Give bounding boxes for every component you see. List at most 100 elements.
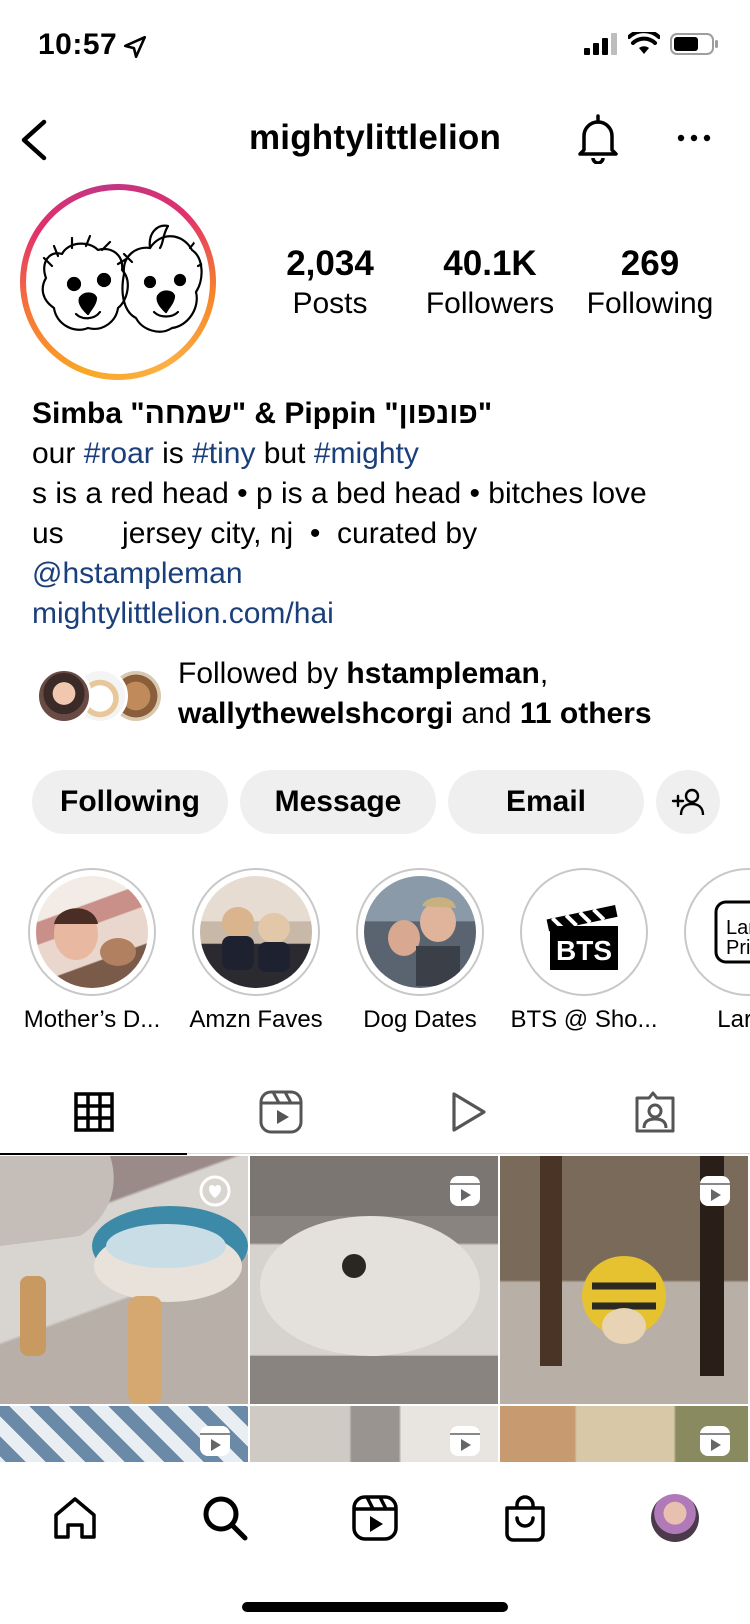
- profile-username: mightylittlelion: [248, 118, 502, 157]
- email-button[interactable]: Email: [448, 770, 644, 834]
- followers-stat[interactable]: 40.1K Followers: [410, 244, 570, 324]
- clapperboard-icon: BTS: [546, 904, 618, 970]
- highlight-cover: BTS: [528, 876, 640, 988]
- profile-bio: Simba "שמחה" & Pippin "פונפון" our #roar…: [32, 394, 732, 634]
- nav-search[interactable]: [190, 1486, 260, 1550]
- following-button[interactable]: Following: [32, 770, 228, 834]
- highlight-cover: [36, 876, 148, 988]
- message-button[interactable]: Message: [240, 770, 436, 834]
- post-tile[interactable]: [0, 1156, 248, 1404]
- highlight-item[interactable]: Mother’s D...: [12, 868, 172, 1034]
- post-tile[interactable]: [500, 1406, 748, 1462]
- profile-actions: Following Message Email: [32, 770, 722, 834]
- profile-display-name: Simba "שמחה" & Pippin "פונפון": [32, 397, 493, 430]
- profile-tabs: [0, 1070, 750, 1155]
- lion-dogs-logo: [41, 224, 204, 333]
- highlight-item[interactable]: Lar Pri Large: [668, 868, 750, 1034]
- following-label: Following: [586, 287, 714, 320]
- highlight-label: Dog Dates: [363, 1006, 477, 1033]
- reels-icon: [352, 1495, 398, 1541]
- grid-icon: [73, 1092, 114, 1132]
- mutual-user-1[interactable]: hstampleman: [346, 657, 539, 690]
- add-person-icon: [671, 788, 705, 816]
- clapperboard-text: BTS: [556, 935, 612, 966]
- post-tile[interactable]: [0, 1406, 248, 1462]
- followed-by-text: Followed by hstampleman, wallythewelshco…: [178, 657, 652, 730]
- reel-badge-icon: [700, 1426, 730, 1456]
- post-tile[interactable]: [250, 1156, 498, 1404]
- profile-header: mightylittlelion: [0, 100, 750, 180]
- bio-website-link[interactable]: mightylittlelion.com/hai: [32, 594, 732, 634]
- highlight-cover: [200, 876, 312, 988]
- suggested-users-button[interactable]: [656, 770, 720, 834]
- mutual-user-2[interactable]: wallythewelshcorgi: [178, 697, 453, 730]
- status-time: 10:57: [38, 28, 118, 61]
- following-count: 269: [620, 244, 680, 283]
- hashtag-mighty[interactable]: #mighty: [314, 437, 419, 470]
- post-tile[interactable]: [250, 1406, 498, 1462]
- mutual-avatar-1: [36, 668, 92, 724]
- reel-badge-icon: [200, 1426, 230, 1456]
- hashtag-roar[interactable]: #roar: [84, 437, 154, 470]
- mutual-follower-avatars: [36, 668, 166, 726]
- highlight-item[interactable]: Amzn Faves: [176, 868, 336, 1034]
- followed-by[interactable]: Followed by hstampleman, wallythewelshco…: [32, 654, 732, 744]
- bio-mention-link[interactable]: @hstampleman: [32, 554, 732, 594]
- status-indicators: [584, 32, 720, 56]
- following-stat[interactable]: 269 Following: [570, 244, 730, 324]
- nav-shop[interactable]: [490, 1486, 560, 1550]
- highlight-cover: [364, 876, 476, 988]
- home-icon: [54, 1497, 96, 1539]
- tab-posts-grid[interactable]: [0, 1070, 187, 1155]
- followers-label: Followers: [425, 287, 555, 320]
- hashtag-tiny[interactable]: #tiny: [192, 437, 255, 470]
- highlight-label: Amzn Faves: [189, 1006, 323, 1033]
- story-highlights: Mother’s D... Amzn Faves Dog Dates BTS B…: [0, 868, 750, 1038]
- nav-reels[interactable]: [340, 1486, 410, 1550]
- tab-videos[interactable]: [374, 1070, 561, 1154]
- profile-avatar: [651, 1494, 699, 1542]
- svg-text:Lar: Lar: [726, 917, 750, 939]
- followers-count: 40.1K: [443, 244, 537, 283]
- search-icon: [203, 1496, 248, 1541]
- shop-icon: [505, 1495, 545, 1542]
- video-icon: [451, 1092, 486, 1132]
- tab-tagged[interactable]: [561, 1070, 748, 1154]
- posts-grid: [0, 1156, 750, 1462]
- reels-icon: [259, 1090, 302, 1134]
- reel-badge-icon: [450, 1426, 480, 1456]
- posts-count: 2,034: [286, 244, 374, 283]
- tab-reels[interactable]: [187, 1070, 374, 1154]
- nav-home[interactable]: [40, 1486, 110, 1550]
- reel-badge-icon: [700, 1176, 730, 1206]
- cellular-signal-icon: [584, 33, 617, 55]
- highlight-label: Mother’s D...: [23, 1006, 161, 1033]
- profile-stats: 2,034 Posts 40.1K Followers 269 Followin…: [250, 244, 740, 324]
- saved-post-icon: [199, 1175, 231, 1207]
- location-arrow-icon: [123, 35, 147, 59]
- bell-icon[interactable]: [574, 112, 622, 164]
- bio-line-3: us jersey city, nj • curated by: [32, 517, 478, 550]
- posts-label: Posts: [292, 287, 368, 320]
- svg-text:Pri: Pri: [726, 937, 750, 959]
- profile-avatar: [32, 196, 204, 368]
- status-bar: 10:57: [0, 0, 750, 94]
- posts-stat[interactable]: 2,034 Posts: [250, 244, 410, 324]
- highlight-label: BTS @ Sho...: [510, 1006, 658, 1033]
- more-horizontal-icon[interactable]: [676, 128, 712, 148]
- nav-profile[interactable]: [640, 1486, 710, 1550]
- battery-icon: [670, 33, 718, 55]
- bottom-navigation: [0, 1462, 750, 1624]
- mutual-others[interactable]: 11 others: [520, 697, 652, 730]
- highlight-item[interactable]: BTS BTS @ Sho...: [504, 868, 664, 1034]
- reel-badge-icon: [450, 1176, 480, 1206]
- bio-line-2: s is a red head • p is a bed head • bitc…: [32, 477, 647, 510]
- wifi-icon: [628, 32, 660, 54]
- post-tile[interactable]: [500, 1156, 748, 1404]
- tagged-icon: [635, 1091, 674, 1133]
- profile-avatar-story-ring[interactable]: [20, 184, 216, 380]
- highlight-label: Large: [717, 1006, 750, 1033]
- home-indicator: [242, 1602, 508, 1612]
- highlight-item[interactable]: Dog Dates: [340, 868, 500, 1034]
- highlight-cover: Lar Pri: [692, 876, 750, 988]
